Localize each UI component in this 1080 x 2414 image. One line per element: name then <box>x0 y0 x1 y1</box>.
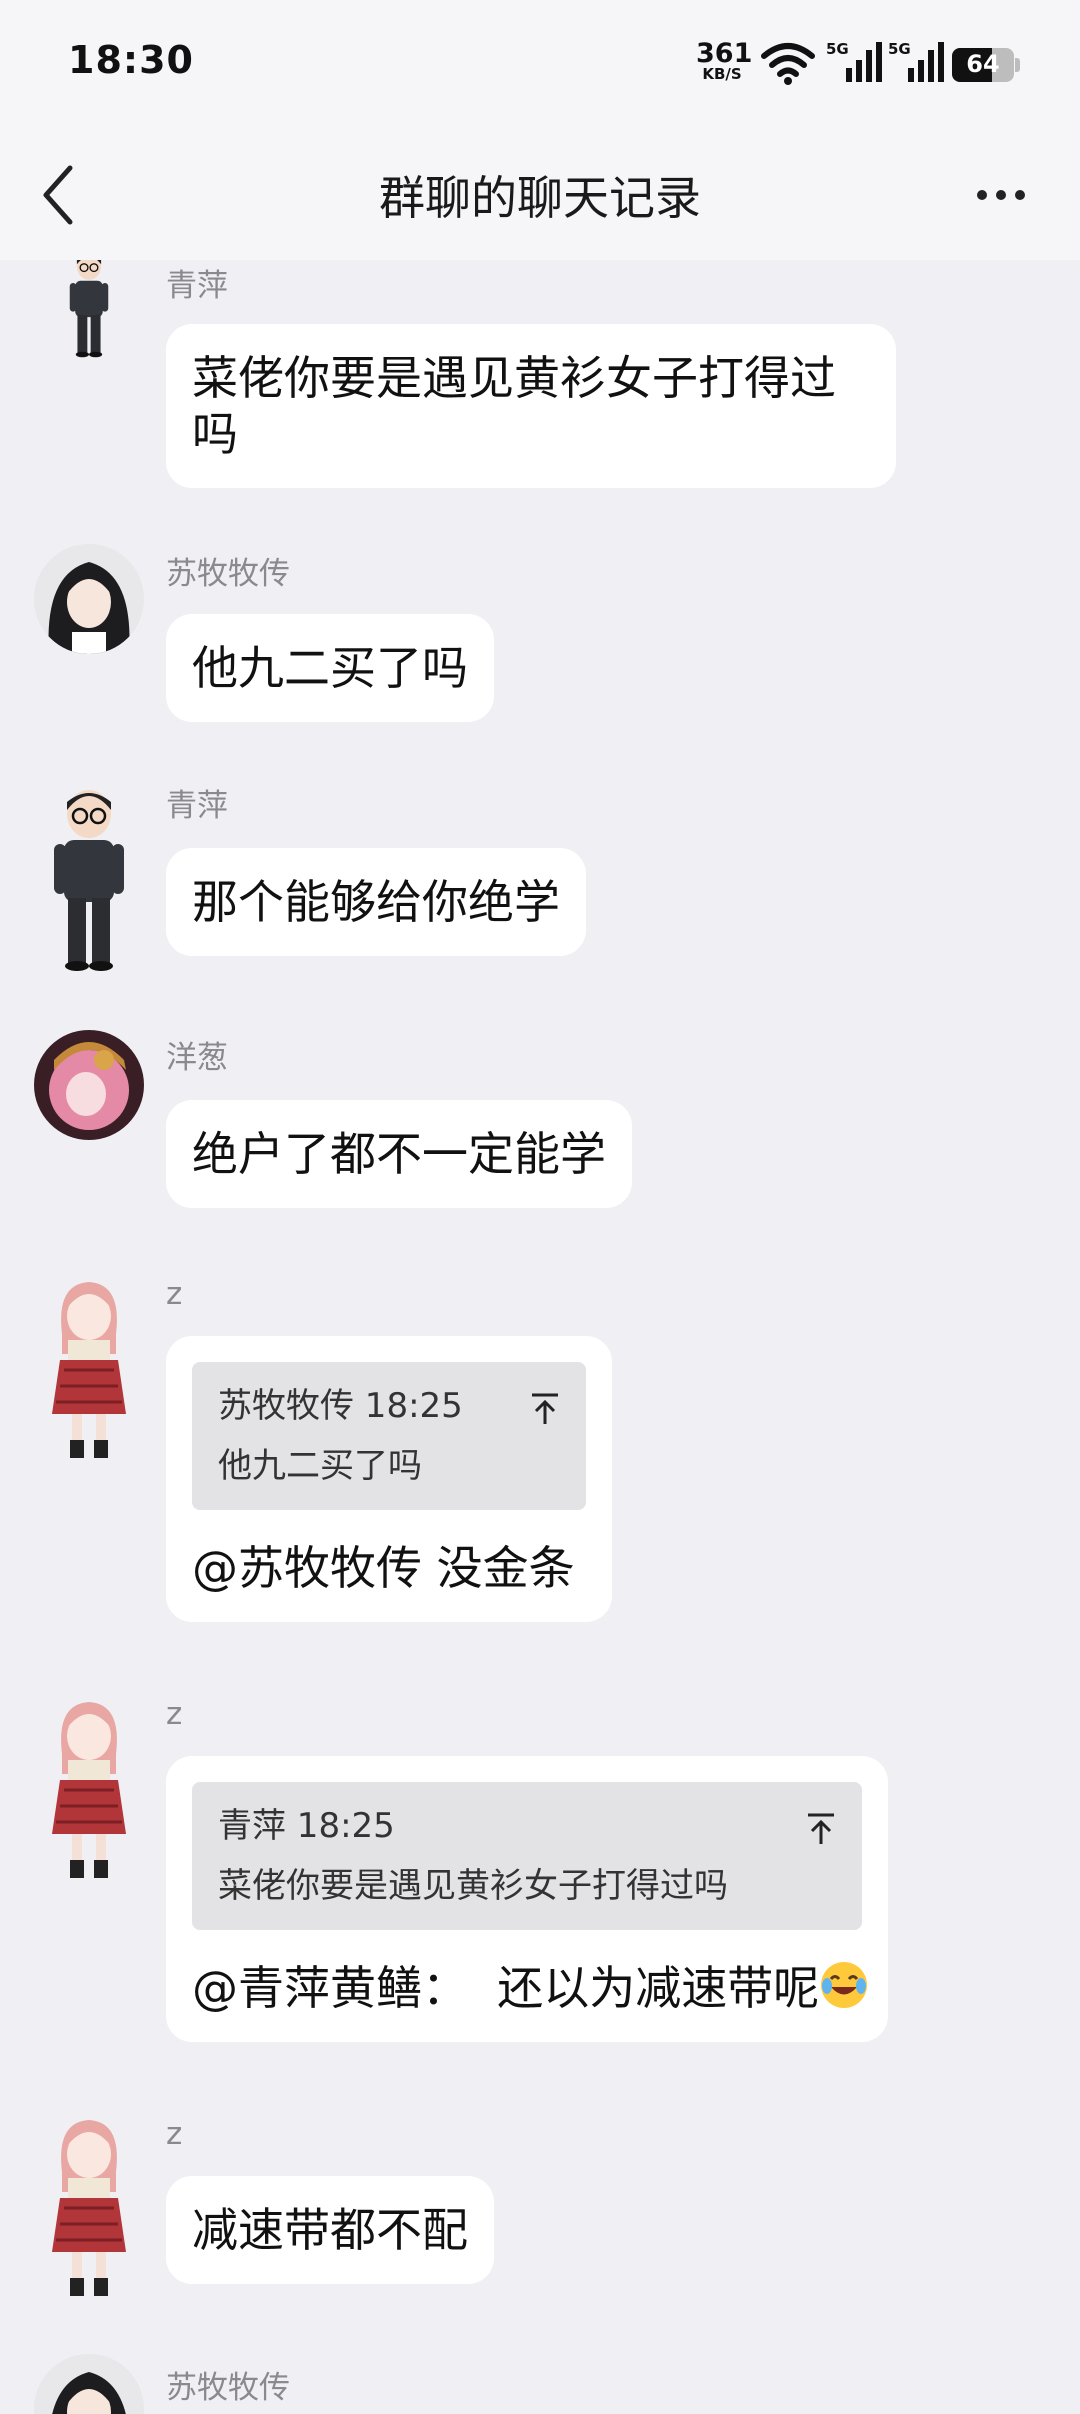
chat-history-list[interactable]: 青萍 菜佬你要是遇见黄衫女子打得过 吗 苏牧牧传 他九二买了吗 青萍 那个能够给… <box>0 260 1080 2414</box>
sender-name: 苏牧牧传 <box>166 2370 290 2406</box>
boy-glasses-avatar-icon[interactable] <box>34 260 144 360</box>
sender-name: z <box>166 1276 183 1312</box>
message-bubble[interactable]: 减速带都不配 <box>166 2176 494 2284</box>
status-time: 18:30 <box>68 38 194 82</box>
sender-name: z <box>166 2116 183 2152</box>
cellular-signal-icon: 5G <box>826 40 882 82</box>
pink-hair-girl-avatar-icon[interactable] <box>34 1694 144 1884</box>
pink-hair-girl-avatar-icon[interactable] <box>34 1274 144 1464</box>
message-bubble[interactable]: 绝户了都不一定能学 <box>166 1100 632 1208</box>
quoted-message[interactable]: 青萍 18:25 菜佬你要是遇见黄衫女子打得过吗 <box>192 1782 862 1930</box>
message-bubble[interactable]: 青萍 18:25 菜佬你要是遇见黄衫女子打得过吗 @青萍黄鳝： 还以为减速带呢 <box>166 1756 888 2042</box>
net-speed-unit: KB/S <box>702 65 742 83</box>
message-bubble[interactable]: 那个能够给你绝学 <box>166 848 586 956</box>
message-text-line-2: 吗 <box>192 407 238 461</box>
nav-bar: 群聊的聊天记录 <box>0 130 1080 260</box>
sender-name: 洋葱 <box>166 1040 228 1076</box>
signal-1-label: 5G <box>826 40 849 58</box>
jump-to-top-icon[interactable] <box>530 1392 560 1426</box>
battery-level: 64 <box>966 50 1000 78</box>
message-text: @苏牧牧传 没金条 <box>192 1541 575 1595</box>
message-bubble[interactable]: 菜佬你要是遇见黄衫女子打得过 吗 <box>166 324 896 488</box>
wifi-icon <box>761 43 815 85</box>
quote-text: 他九二买了吗 <box>218 1446 422 1486</box>
net-speed: 361 KB/S <box>696 38 753 83</box>
jump-to-top-icon[interactable] <box>806 1812 836 1846</box>
message-text-line-1: 菜佬你要是遇见黄衫女子打得过 <box>192 351 836 405</box>
signal-2-label: 5G <box>888 40 911 58</box>
sender-name: 青萍 <box>166 788 228 824</box>
pink-hair-anime-avatar-icon[interactable] <box>34 1030 144 1140</box>
net-speed-value: 361 <box>696 38 753 69</box>
message-text: @青萍黄鳝： 还以为减速带呢 <box>192 1961 820 2015</box>
message-text-row: @青萍黄鳝： 还以为减速带呢 <box>192 1960 868 2016</box>
message-text: 减速带都不配 <box>192 2203 468 2257</box>
message-bubble[interactable]: 苏牧牧传 18:25 他九二买了吗 @苏牧牧传 没金条 <box>166 1336 612 1622</box>
sender-name: 青萍 <box>166 268 228 304</box>
sender-name: z <box>166 1696 183 1732</box>
boy-glasses-avatar-icon[interactable] <box>34 784 144 974</box>
message-bubble[interactable]: 他九二买了吗 <box>166 614 494 722</box>
page-title: 群聊的聊天记录 <box>379 171 701 225</box>
laugh-cry-emoji-icon <box>821 1962 868 2008</box>
message-text: 绝户了都不一定能学 <box>192 1127 606 1181</box>
quote-text: 菜佬你要是遇见黄衫女子打得过吗 <box>218 1866 728 1906</box>
quoted-message[interactable]: 苏牧牧传 18:25 他九二买了吗 <box>192 1362 586 1510</box>
message-text: 他九二买了吗 <box>192 641 468 695</box>
battery-icon: 64 <box>952 48 1020 82</box>
quote-header: 青萍 18:25 <box>218 1806 395 1846</box>
sender-name: 苏牧牧传 <box>166 556 290 592</box>
cellular-signal-2-icon: 5G <box>888 40 944 82</box>
status-bar: 18:30 361 KB/S 5G 5G 64 <box>0 0 1080 130</box>
pink-hair-girl-avatar-icon[interactable] <box>34 2112 144 2302</box>
message-text: 那个能够给你绝学 <box>192 875 560 929</box>
more-options-icon[interactable] <box>976 180 1026 210</box>
long-hair-girl-avatar-icon[interactable] <box>34 2354 144 2414</box>
long-hair-girl-avatar-icon[interactable] <box>34 544 144 654</box>
quote-header: 苏牧牧传 18:25 <box>218 1386 463 1426</box>
